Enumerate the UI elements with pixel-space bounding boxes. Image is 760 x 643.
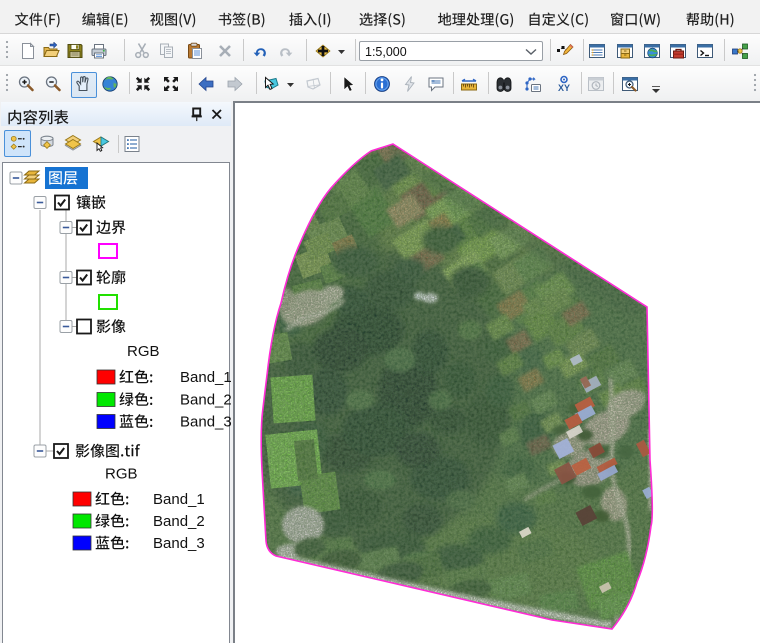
svg-text:Band_1: Band_1 xyxy=(153,491,205,508)
svg-text:Band_3: Band_3 xyxy=(153,535,205,552)
svg-text:RGB: RGB xyxy=(105,466,138,483)
svg-text:XY: XY xyxy=(558,83,570,93)
svg-text:Band_1: Band_1 xyxy=(180,369,232,386)
svg-text:Band_3: Band_3 xyxy=(180,414,232,431)
svg-text:RGB: RGB xyxy=(127,343,160,360)
svg-text:Band_2: Band_2 xyxy=(153,513,205,530)
svg-text:Band_2: Band_2 xyxy=(180,392,232,409)
